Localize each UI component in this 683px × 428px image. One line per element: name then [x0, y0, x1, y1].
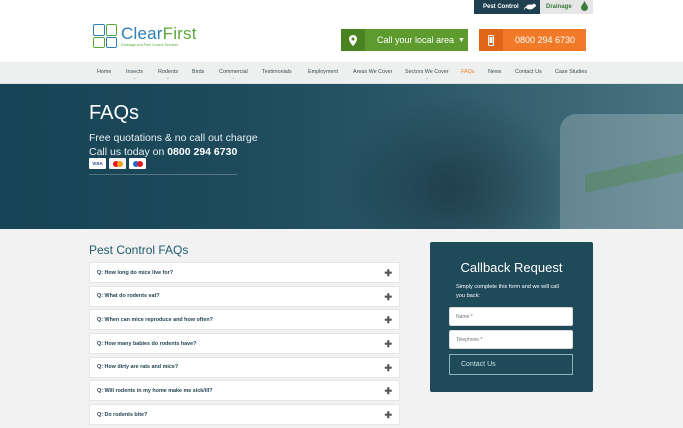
- plus-icon: ✚: [384, 386, 392, 397]
- plus-icon: ✚: [384, 315, 392, 326]
- divider: [89, 174, 237, 175]
- hero-call-number[interactable]: 0800 294 6730: [167, 146, 237, 158]
- plus-icon: ✚: [384, 291, 392, 302]
- faq-item[interactable]: Q: What do rodents eat? ✚: [89, 285, 400, 307]
- chevron-down-icon: ▼: [458, 36, 465, 44]
- name-field[interactable]: [449, 307, 573, 326]
- faq-question: Q: When can mice reproduce and how often…: [97, 316, 213, 323]
- tab-pest-control[interactable]: Pest Control: [474, 0, 540, 14]
- nav-item-birds[interactable]: Birds: [192, 69, 204, 75]
- faq-item[interactable]: Q: Will rodents in my home make me sick/…: [89, 380, 400, 402]
- page-title: FAQs: [89, 102, 140, 124]
- chevron-down-icon: ⌄: [132, 75, 137, 80]
- nav-item-case-studies[interactable]: Case Studies: [555, 69, 587, 75]
- maestro-icon: [129, 158, 146, 169]
- telephone-field[interactable]: [449, 330, 573, 349]
- hero-banner: FAQs Free quotations & no call out charg…: [0, 84, 683, 229]
- rat-icon: [523, 2, 538, 12]
- mastercard-icon: [109, 158, 126, 169]
- nav-item-news[interactable]: News: [488, 69, 501, 75]
- mobile-phone-icon: [479, 29, 503, 51]
- nav-item-home[interactable]: Home: [97, 69, 111, 75]
- faq-question: Q: How many babies do rodents have?: [97, 340, 197, 347]
- plus-icon: ✚: [384, 268, 392, 278]
- faq-list: Q: How long do mice live for? ✚ Q: What d…: [89, 262, 400, 428]
- chevron-down-icon: ⌄: [166, 75, 170, 80]
- logo-mark: [93, 24, 117, 48]
- hero-call-line: Call us today on 0800 294 6730: [89, 146, 237, 158]
- nav-item-rodents[interactable]: Rodents ⌄: [158, 69, 178, 80]
- chevron-down-icon: ⌄: [425, 75, 429, 80]
- nav-item-sectors[interactable]: Sectors We Cover ⌄: [405, 69, 449, 80]
- local-area-label: Call your local area: [377, 35, 455, 45]
- nav-item-testimonials[interactable]: Testimonials: [262, 69, 292, 75]
- local-area-button[interactable]: Call your local area ▼: [341, 29, 468, 51]
- payment-cards: VISA: [89, 158, 146, 169]
- faq-question: Q: What do rodents eat?: [97, 293, 160, 300]
- callback-title: Callback Request: [460, 260, 563, 275]
- phone-number-label: 0800 294 6730: [515, 35, 576, 45]
- nav-item-insects[interactable]: Insects ⌄: [126, 69, 143, 80]
- hero-subtitle: Free quotations & no call out charge: [89, 132, 258, 144]
- chevron-down-icon: ⌄: [231, 75, 236, 80]
- plus-icon: ✚: [384, 410, 392, 421]
- faq-question: Q: How dirty are rats and mice?: [97, 364, 179, 371]
- faq-item[interactable]: Q: How dirty are rats and mice? ✚: [89, 356, 400, 378]
- visa-card-icon: VISA: [89, 158, 106, 169]
- faq-question: Q: Do rodents bite?: [97, 411, 148, 418]
- faq-question: Q: Will rodents in my home make me sick/…: [97, 387, 213, 394]
- logo-name-part2: First: [162, 24, 197, 43]
- nav-item-contact[interactable]: Contact Us: [515, 69, 542, 75]
- nav-item-faqs[interactable]: FAQs: [461, 69, 474, 75]
- tab-drainage[interactable]: Drainage: [540, 0, 593, 14]
- faq-question: Q: How long do mice live for?: [97, 269, 174, 276]
- droplet-icon: [580, 1, 588, 13]
- nav-item-commercial[interactable]: Commercial ⌄: [219, 69, 248, 80]
- map-pin-icon: [341, 29, 365, 51]
- callback-description: Simply complete this form and we will ca…: [456, 284, 559, 299]
- tab-pest-control-label: Pest Control: [483, 4, 519, 10]
- site-header: ClearFirst Drainage and Pest Control Ser…: [0, 14, 683, 62]
- faq-item[interactable]: Q: How many babies do rodents have? ✚: [89, 333, 400, 355]
- plus-icon: ✚: [384, 362, 392, 373]
- logo-name-part1: Clear: [121, 24, 163, 43]
- phone-button[interactable]: 0800 294 6730: [479, 29, 586, 51]
- nav-item-areas[interactable]: Areas We Cover: [353, 69, 392, 75]
- logo[interactable]: ClearFirst Drainage and Pest Control Ser…: [93, 23, 197, 49]
- nav-item-employment[interactable]: Employment: [308, 69, 338, 75]
- faq-item[interactable]: Q: When can mice reproduce and how often…: [89, 309, 400, 331]
- logo-tagline: Drainage and Pest Control Services: [121, 43, 179, 47]
- faq-item[interactable]: Q: How long do mice live for? ✚: [89, 262, 400, 283]
- hero-call-prefix: Call us today on: [89, 146, 168, 158]
- callback-form: Callback Request Simply complete this fo…: [430, 242, 593, 392]
- contact-us-button[interactable]: Contact Us: [449, 354, 573, 375]
- main-nav: Home Insects ⌄ Rodents ⌄ Birds Commercial ⌄…: [0, 62, 683, 84]
- plus-icon: ✚: [384, 339, 392, 350]
- faq-section-title: Pest Control FAQs: [89, 243, 189, 257]
- tab-drainage-label: Drainage: [546, 4, 572, 10]
- faq-item[interactable]: Q: Do rodents bite? ✚: [89, 404, 400, 426]
